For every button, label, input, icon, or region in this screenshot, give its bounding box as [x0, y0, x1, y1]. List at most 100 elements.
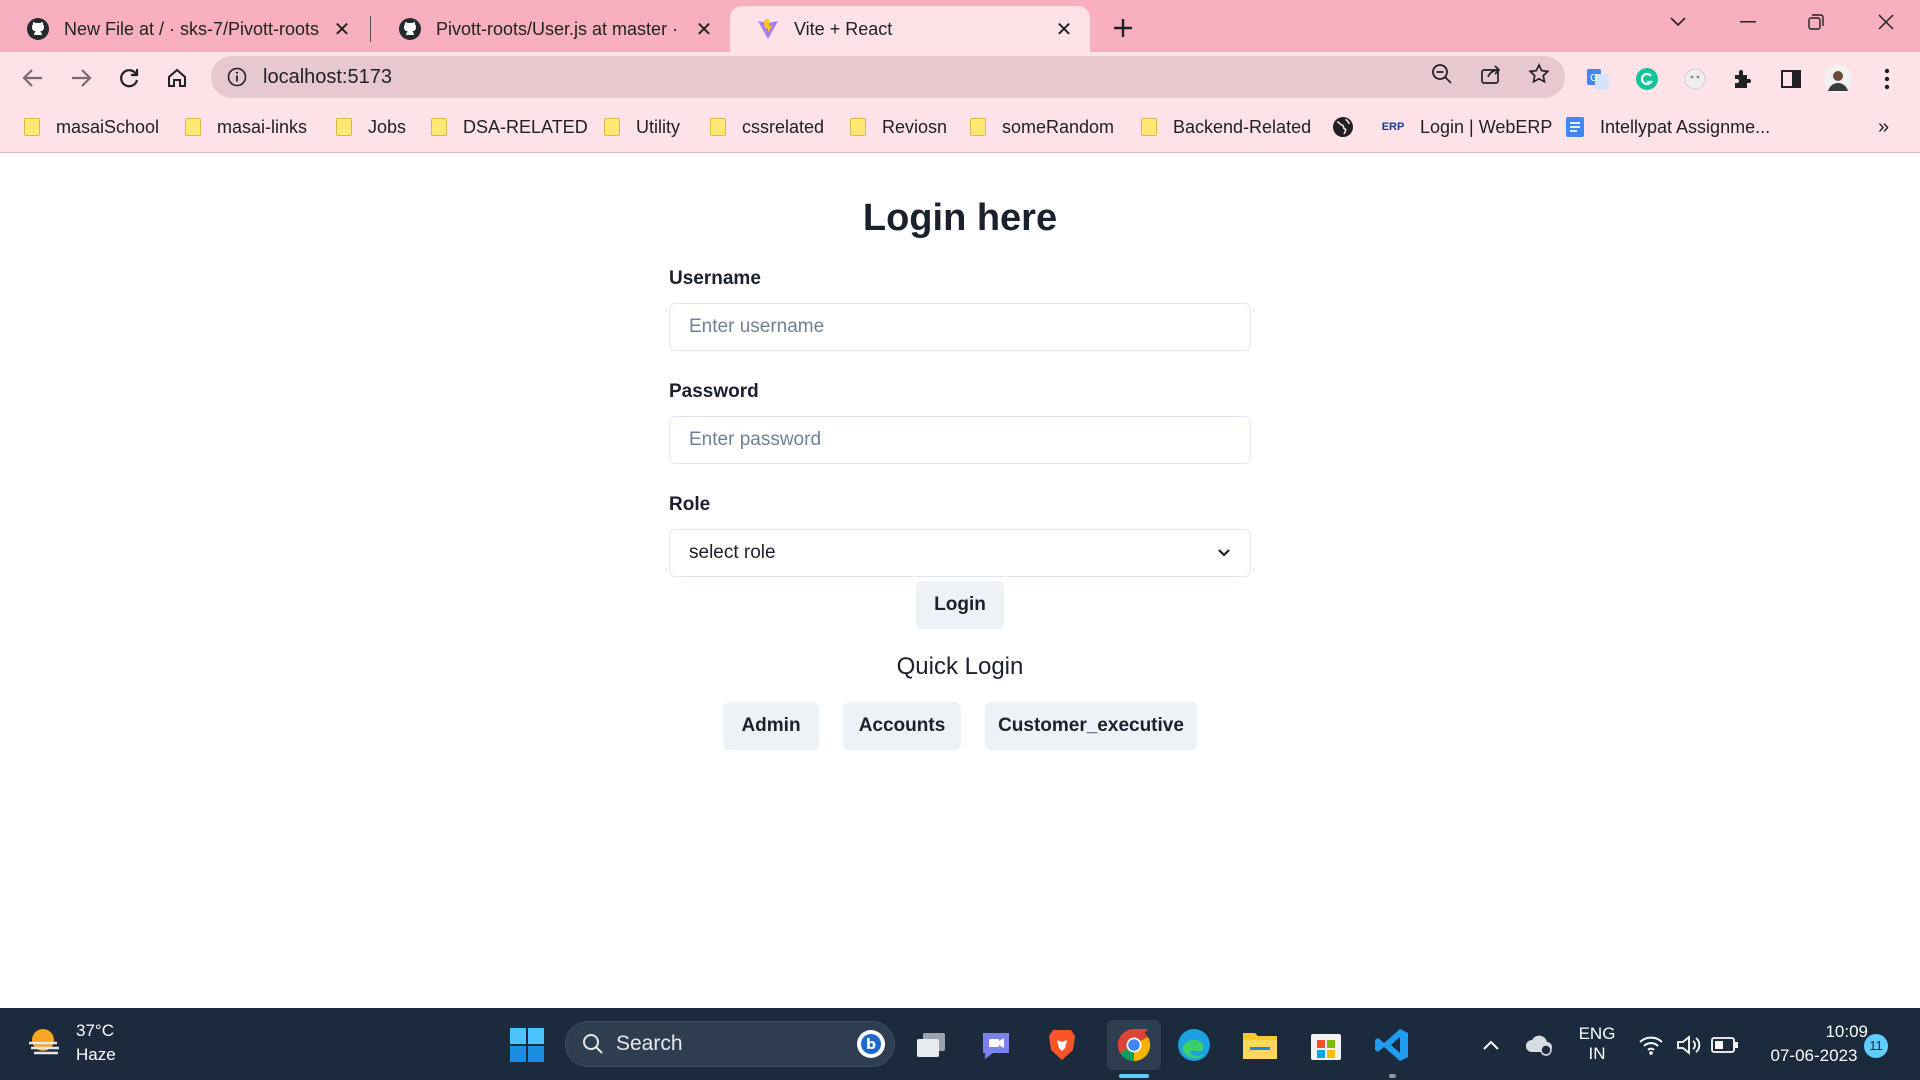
taskbar-search[interactable]: Search b: [565, 1021, 895, 1067]
back-icon[interactable]: [16, 61, 50, 95]
home-icon[interactable]: [160, 61, 194, 95]
search-label: Search: [616, 1032, 683, 1055]
grammarly-icon[interactable]: [1632, 64, 1662, 94]
vscode-icon[interactable]: [1371, 1024, 1413, 1066]
bookmark-somerandom[interactable]: someRandom: [970, 114, 1114, 140]
bookmark-intellypat[interactable]: Intellypat Assignme...: [1564, 114, 1770, 140]
clock[interactable]: 10:09 07-06-2023: [1754, 1022, 1874, 1066]
folder-icon: [1141, 118, 1157, 136]
microsoft-store-icon[interactable]: [1305, 1024, 1347, 1066]
bookmark-masaischool[interactable]: masaiSchool: [24, 114, 159, 140]
close-icon[interactable]: ✕: [692, 17, 716, 41]
share-icon[interactable]: [1478, 61, 1504, 87]
folder-icon: [431, 118, 447, 136]
chevron-down-icon: [1217, 542, 1231, 564]
browser-tab-strip: New File at / · sks-7/Pivott-roots ✕ Piv…: [0, 0, 1920, 52]
page-title: Login here: [862, 197, 1058, 239]
quick-login-accounts-button[interactable]: Accounts: [843, 702, 961, 750]
bookmark-label: Intellypat Assignme...: [1600, 116, 1771, 137]
show-hidden-icons-chevron-icon[interactable]: [1470, 1024, 1512, 1066]
github-icon: [398, 17, 422, 41]
profile-avatar-icon[interactable]: [1823, 64, 1853, 94]
folder-icon: [185, 118, 201, 136]
bookmark-label: masai-links: [217, 116, 308, 137]
teams-chat-icon[interactable]: [975, 1024, 1017, 1066]
svg-text:b: b: [866, 1037, 876, 1053]
bookmark-label: cssrelated: [742, 116, 825, 137]
bookmark-dsa-related[interactable]: DSA-RELATED: [431, 114, 588, 140]
github-icon: [26, 17, 50, 41]
tab-title: Vite + React: [794, 18, 893, 39]
username-label: Username: [669, 268, 761, 289]
file-explorer-icon[interactable]: [1239, 1024, 1281, 1066]
bookmark-utility[interactable]: Utility: [604, 114, 680, 140]
battery-icon[interactable]: [1704, 1024, 1746, 1066]
tab-user-js[interactable]: Pivott-roots/User.js at master · sk ✕: [372, 6, 730, 52]
extensions-puzzle-icon[interactable]: [1728, 64, 1758, 94]
windows-start-icon[interactable]: [506, 1024, 548, 1066]
tab-search-chevron-icon[interactable]: [1650, 8, 1706, 36]
extension-face-icon[interactable]: [1680, 64, 1710, 94]
bookmark-masai-links[interactable]: masai-links: [185, 114, 307, 140]
bookmark-backend-related[interactable]: Backend-Related: [1141, 114, 1311, 140]
bookmark-label: someRandom: [1002, 116, 1115, 137]
clock-date: 07-06-2023: [1770, 1046, 1858, 1065]
bookmarks-overflow-icon[interactable]: »: [1878, 114, 1889, 140]
password-input[interactable]: [669, 416, 1251, 464]
vscode-running-indicator: [1389, 1074, 1396, 1078]
tab-vite-react[interactable]: Vite + React ✕: [730, 6, 1090, 52]
bookmark-globe[interactable]: [1332, 114, 1368, 140]
bookmark-label: Utility: [636, 116, 680, 137]
zoom-icon[interactable]: [1429, 61, 1455, 87]
bookmark-reviosn[interactable]: Reviosn: [850, 114, 947, 140]
new-tab-button[interactable]: [1105, 10, 1141, 46]
close-icon[interactable]: ✕: [330, 17, 354, 41]
info-icon[interactable]: [225, 65, 249, 89]
bookmark-weberp[interactable]: ERP Login | WebERP: [1380, 114, 1553, 140]
quick-login-admin-button[interactable]: Admin: [723, 702, 819, 750]
bookmark-star-icon[interactable]: [1526, 61, 1552, 87]
address-bar[interactable]: localhost:5173: [211, 56, 1565, 98]
tab-new-file[interactable]: New File at / · sks-7/Pivott-roots ✕: [0, 6, 368, 52]
bookmarks-bar: masaiSchool masai-links Jobs DSA-RELATED…: [0, 102, 1920, 153]
username-input[interactable]: [669, 303, 1251, 351]
side-panel-icon[interactable]: [1776, 64, 1806, 94]
folder-icon: [336, 118, 352, 136]
chrome-taskbar-icon[interactable]: [1107, 1020, 1161, 1070]
weather-temperature[interactable]: 37°C: [76, 1021, 114, 1041]
minimize-icon[interactable]: [1720, 8, 1776, 36]
language-indicator[interactable]: ENG IN: [1572, 1024, 1622, 1064]
weather-haze-icon[interactable]: [24, 1022, 66, 1064]
folder-icon: [24, 118, 40, 136]
weather-condition[interactable]: Haze: [76, 1045, 116, 1065]
folder-icon: [850, 118, 866, 136]
more-menu-icon[interactable]: [1872, 64, 1902, 94]
tab-title: Pivott-roots/User.js at master · sk: [436, 18, 682, 39]
bookmark-label: Login | WebERP: [1420, 116, 1553, 137]
google-translate-icon[interactable]: G: [1583, 64, 1613, 94]
tab-title: New File at / · sks-7/Pivott-roots: [64, 18, 320, 39]
quick-login-customer-executive-button[interactable]: Customer_executive: [985, 702, 1197, 750]
brave-browser-icon[interactable]: [1041, 1024, 1083, 1066]
bookmark-label: Backend-Related: [1173, 116, 1312, 137]
task-view-icon[interactable]: [910, 1024, 952, 1066]
close-icon[interactable]: ✕: [1052, 17, 1076, 41]
forward-icon[interactable]: [64, 61, 98, 95]
quick-login-title: Quick Login: [896, 653, 1024, 680]
reload-icon[interactable]: [112, 61, 146, 95]
close-window-icon[interactable]: [1858, 8, 1914, 36]
bookmark-jobs[interactable]: Jobs: [336, 114, 406, 140]
vite-icon: [756, 17, 780, 41]
notification-badge[interactable]: 11: [1864, 1034, 1888, 1058]
url-text[interactable]: localhost:5173: [263, 66, 392, 89]
role-select[interactable]: select role: [669, 529, 1251, 577]
edge-icon[interactable]: [1173, 1024, 1215, 1066]
bookmark-cssrelated[interactable]: cssrelated: [710, 114, 824, 140]
login-button[interactable]: Login: [916, 581, 1004, 629]
wifi-icon[interactable]: [1630, 1024, 1672, 1066]
docs-icon: [1564, 116, 1586, 138]
login-form: Username Password Role select role: [669, 268, 1251, 577]
restore-icon[interactable]: [1788, 8, 1844, 36]
language-code: ENG: [1578, 1024, 1616, 1043]
onedrive-cloud-icon[interactable]: [1518, 1024, 1560, 1066]
